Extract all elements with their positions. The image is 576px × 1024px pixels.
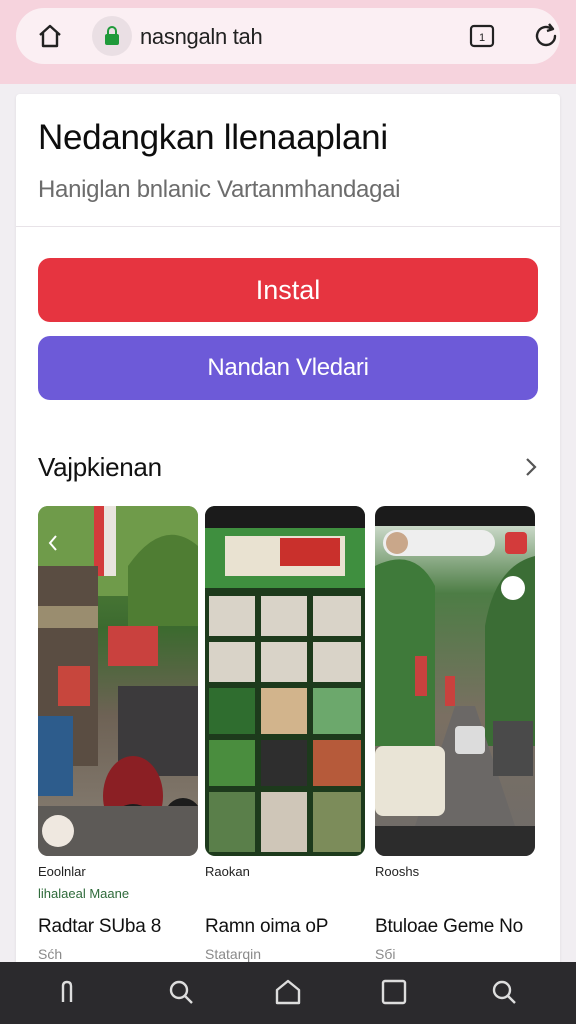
screenshot-label: Raokan [205, 864, 250, 879]
search-icon[interactable] [488, 976, 520, 1008]
screenshot-label: Eoolnlar [38, 864, 86, 879]
install-button[interactable]: Instal [38, 258, 538, 322]
url-text[interactable]: nasngaln tah [140, 24, 263, 50]
screenshot-title: Btuloae Geme No [375, 916, 524, 937]
screenshot-subtitle: Sćh [38, 946, 63, 962]
screenshot-title: Radtar SUba 8 [38, 916, 162, 937]
site-info-button[interactable] [92, 16, 132, 56]
lock-icon [105, 26, 119, 45]
divider [16, 226, 560, 227]
tabs-icon[interactable]: 1 [468, 22, 496, 50]
app-subtitle: Haniglan bnlanic Vartanmhandagai [38, 176, 401, 203]
screenshot-thumbnail[interactable] [205, 506, 365, 856]
screenshot-label: Rooshs [375, 864, 420, 879]
screenshot-thumbnail[interactable] [38, 506, 198, 856]
screenshot-subtitle: Statarqin [205, 946, 262, 962]
secondary-action-button[interactable]: Nandan Vledari [38, 336, 538, 400]
browser-toolbar: nasngaln tah 1 [0, 0, 576, 84]
bottom-navigation [0, 962, 576, 1024]
app-card: Nedangkan llenaaplani Haniglan bnlanic V… [16, 94, 560, 974]
reload-icon[interactable] [530, 20, 562, 52]
section-title: Vajpkienan [38, 452, 162, 482]
home-icon[interactable] [272, 976, 304, 1008]
screenshot-subtitle: Sбi [375, 946, 396, 962]
screenshot-sublabel: lihalaeal Maane [38, 886, 130, 901]
tab-count: 1 [479, 32, 485, 44]
app-title: Nedangkan llenaaplani [38, 118, 388, 157]
screenshot-title: Ramn oima oP [205, 916, 329, 937]
url-bar[interactable]: nasngaln tah 1 [16, 8, 560, 64]
search-icon[interactable] [165, 976, 197, 1008]
chevron-right-icon[interactable] [520, 454, 542, 480]
screenshot-thumbnail[interactable] [375, 506, 535, 856]
recents-icon[interactable] [378, 976, 410, 1008]
back-icon[interactable] [55, 976, 87, 1008]
home-icon[interactable] [36, 22, 64, 50]
